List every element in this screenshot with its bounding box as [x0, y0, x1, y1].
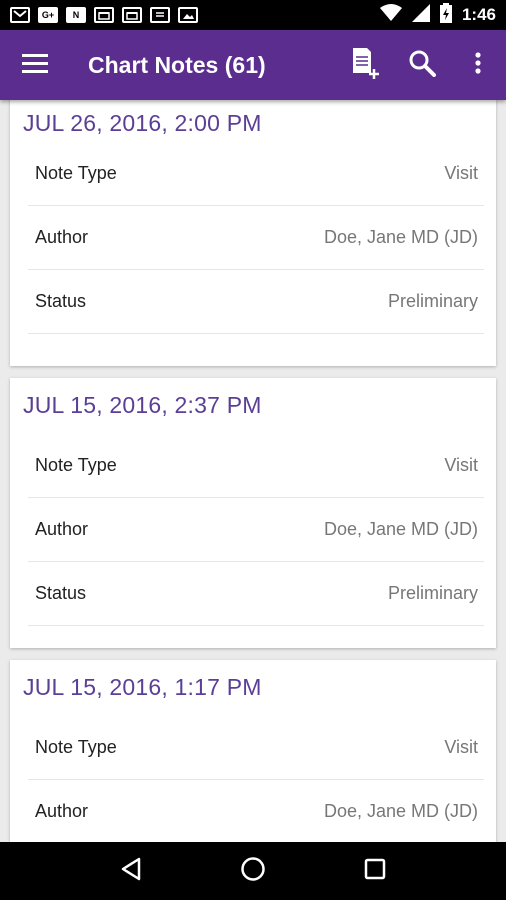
back-icon [120, 857, 142, 886]
menu-icon [22, 53, 48, 78]
clock: 1:46 [461, 5, 496, 24]
note-type-row: Note Type Visit [28, 716, 484, 780]
note-type-row: Note Type Visit [28, 434, 484, 498]
new-note-button[interactable] [338, 30, 394, 100]
author-row: Author Doe, Jane MD (JD) [28, 206, 484, 270]
row-label: Status [35, 291, 87, 311]
status-bar: G+ N 1:46 [0, 0, 506, 30]
app-bar: Chart Notes (61) [0, 30, 506, 100]
author-row: Author Doe, Jane MD (JD) [28, 780, 484, 842]
home-icon [240, 856, 266, 887]
note-type-row: Note Type Visit [28, 142, 484, 206]
row-label: Author [35, 801, 89, 821]
page-title: Chart Notes (61) [88, 51, 266, 78]
note-card[interactable]: JUL 15, 2016, 1:17 PM Note Type Visit Au… [10, 660, 496, 842]
note-card[interactable]: JUL 15, 2016, 2:37 PM Note Type Visit Au… [10, 378, 496, 648]
note-date: JUL 15, 2016, 1:17 PM [23, 674, 262, 700]
row-value: Visit [444, 455, 478, 475]
calendar-icon [122, 7, 142, 23]
gmail-icon [10, 7, 30, 23]
app-actions [338, 30, 506, 100]
note-date: JUL 15, 2016, 2:37 PM [23, 392, 262, 418]
search-button[interactable] [394, 30, 450, 100]
row-value: Doe, Jane MD (JD) [323, 801, 478, 821]
row-label: Note Type [35, 163, 117, 183]
chart-notes-list[interactable]: JUL 26, 2016, 2:00 PM Note Type Visit Au… [0, 100, 506, 842]
notification-icons: G+ N [10, 7, 198, 23]
home-button[interactable] [223, 842, 283, 900]
row-value: Doe, Jane MD (JD) [323, 519, 478, 539]
note-date: JUL 26, 2016, 2:00 PM [23, 110, 262, 136]
search-icon [408, 49, 436, 82]
row-label: Note Type [35, 455, 117, 475]
row-label: Author [35, 227, 89, 247]
row-label: Status [35, 583, 87, 603]
wifi-icon [379, 3, 402, 27]
row-label: Author [35, 519, 89, 539]
signal-icon [411, 3, 430, 27]
row-value: Doe, Jane MD (JD) [323, 227, 478, 247]
note-card[interactable]: JUL 26, 2016, 2:00 PM Note Type Visit Au… [10, 100, 496, 366]
google-plus-icon: G+ [38, 7, 58, 23]
row-value: Preliminary [387, 583, 478, 603]
menu-button[interactable] [0, 30, 70, 100]
new-note-icon [351, 47, 381, 84]
system-icons: 1:46 [379, 2, 496, 28]
row-label: Note Type [35, 737, 117, 757]
author-row: Author Doe, Jane MD (JD) [28, 498, 484, 562]
battery-icon [439, 2, 452, 28]
news-icon [150, 7, 170, 23]
calendar-icon [94, 7, 114, 23]
row-value: Visit [444, 163, 478, 183]
overflow-menu-button[interactable] [450, 30, 506, 100]
navigation-bar [0, 842, 506, 900]
recents-button[interactable] [345, 842, 405, 900]
overflow-menu-icon [475, 51, 481, 79]
recents-icon [364, 858, 386, 885]
status-row: Status Preliminary [28, 270, 484, 334]
status-row: Status Preliminary [28, 562, 484, 626]
n-icon: N [66, 7, 86, 23]
row-value: Visit [444, 737, 478, 757]
photos-icon [178, 7, 198, 23]
back-button[interactable] [101, 842, 161, 900]
row-value: Preliminary [387, 291, 478, 311]
